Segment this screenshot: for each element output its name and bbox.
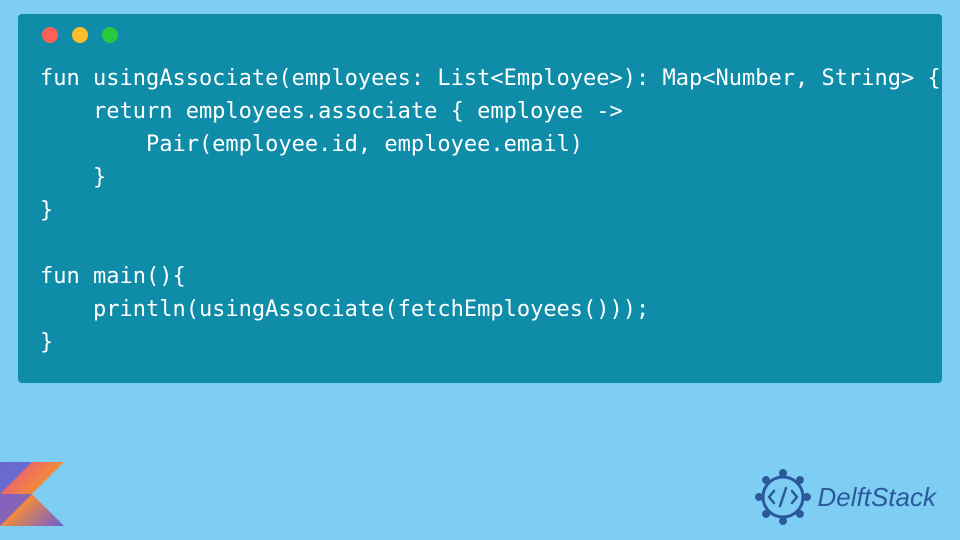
brand-seal-icon [754,468,812,526]
minimize-icon [72,27,88,43]
maximize-icon [102,27,118,43]
code-content: fun usingAssociate(employees: List<Emplo… [18,56,942,359]
footer: DelftStack [0,462,960,540]
brand: DelftStack [754,468,937,526]
kotlin-logo-icon [0,462,64,526]
code-block: fun usingAssociate(employees: List<Emplo… [18,14,942,383]
close-icon [42,27,58,43]
brand-name: DelftStack [818,482,937,513]
window-titlebar [18,14,942,56]
